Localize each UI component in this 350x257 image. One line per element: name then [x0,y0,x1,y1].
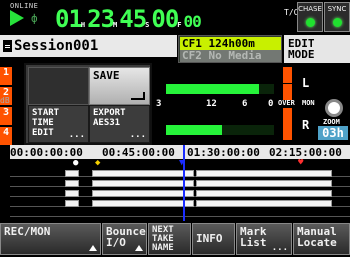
meter-left-level [166,84,259,94]
timecode-display: 01H23M45S00F 00 [55,5,202,39]
online-label: ONLINE [10,2,39,10]
chase-led-icon [306,18,315,27]
marker-white-icon[interactable]: ● [73,159,78,168]
clip-region[interactable] [92,180,194,187]
tc-hours-unit: H [80,21,86,29]
start-time-edit-dots: ... [68,130,85,140]
session-popup-menu: SAVE START TIME EDIT ... EXPORT AES31 ..… [24,63,152,145]
peak-indicator-left [283,67,292,83]
speaker-icon: ф [31,12,38,25]
next-take-name-button[interactable]: NEXT TAKE NAME [148,223,191,255]
save-button[interactable]: SAVE [89,67,150,105]
tc-frames: 00 [151,5,179,33]
marker-red-icon[interactable]: ♥ [298,159,303,168]
ruler-tick: 02:15:00:00 [269,146,342,159]
info-button[interactable]: INFO [192,223,235,255]
popup-arrow-icon [135,245,143,251]
peak-indicator-left-2 [283,84,292,100]
db-label: dB [0,96,10,105]
bounce-io-label: Bounce I/O [106,225,146,249]
mark-list-dots: ... [271,243,288,253]
edit-mode-indicator: EDIT MODE [284,35,350,63]
ruler-tick: 00:00:00:00 [10,146,83,159]
scale-tick: 6 [242,99,248,109]
rec-mon-button[interactable]: REC/MON [0,223,101,255]
export-aes31-button[interactable]: EXPORT AES31 ... [89,105,150,143]
function-key-bar: REC/MON Bounce I/O NEXT TAKE NAME INFO M… [0,223,350,257]
scale-tick: 0 [268,99,274,109]
top-status-bar: ONLINE ф 01H23M45S00F 00 T/C CHASE SYNC [0,0,350,34]
peak-indicator-right-2 [283,124,292,140]
tc-frames-unit: F [177,21,182,29]
marker-strip[interactable]: ● ◆ ▼ ♥ [10,159,350,169]
mode-line2: MODE [288,48,315,61]
tc-seconds: 45 [119,5,147,33]
peak-indicator-right [283,108,292,124]
scale-tick: 3 [156,99,162,109]
tc-seconds-unit: S [145,21,150,29]
zoom-knob-icon[interactable] [325,99,343,117]
right-channel-label: R [302,118,310,132]
track-number-3: 3 [0,107,12,125]
mon-label: MON [302,99,315,107]
clip-region[interactable] [65,180,79,187]
mark-list-label: Mark List [240,225,267,249]
clip-region[interactable] [92,200,194,207]
export-aes31-label: EXPORT AES31 [93,108,126,128]
session-name: Session001 [14,38,99,54]
chase-indicator[interactable]: CHASE [297,2,323,32]
session-file-icon [3,40,12,52]
clip-region[interactable] [65,190,79,197]
tc-minutes-unit: M [113,21,118,29]
clip-region[interactable] [65,170,79,177]
next-take-name-label: NEXT TAKE NAME [152,225,174,253]
tc-subframes: 00 [183,12,202,31]
clip-region[interactable] [92,190,194,197]
track-number-1: 1 [0,67,12,85]
session-bar[interactable]: Session001 [0,35,177,57]
popup-arrow-icon [89,245,97,251]
tc-minutes: 23 [87,5,115,33]
meter-right-level [166,125,222,135]
play-icon [10,10,24,26]
bounce-io-button[interactable]: Bounce I/O [102,223,147,255]
mark-list-button[interactable]: Mark List ... [236,223,292,255]
clip-region[interactable] [65,200,79,207]
save-label: SAVE [93,69,120,82]
start-time-edit-button[interactable]: START TIME EDIT ... [28,105,89,143]
ruler-tick: 01:30:00:00 [187,146,260,159]
sync-label: SYNC [327,5,347,13]
sync-indicator[interactable]: SYNC [324,2,350,32]
tc-hours: 01 [55,5,83,33]
popup-empty-slot [28,67,89,105]
clip-region[interactable] [196,190,332,197]
marker-yellow-icon[interactable]: ◆ [95,159,100,168]
playhead-line[interactable] [183,145,185,221]
time-ruler[interactable]: 00:00:00:00 00:45:00:00 01:30:00:00 02:1… [10,145,350,159]
timeline-lane [10,209,350,217]
over-label: OVER [278,99,295,107]
track-timeline[interactable] [10,169,350,221]
zoom-label: ZOOM [323,118,340,126]
scale-tick: 12 [206,99,217,109]
chase-label: CHASE [298,5,322,13]
zoom-value[interactable]: 03h [318,126,348,140]
enter-arrow-icon [131,92,145,100]
sync-led-icon [333,18,342,27]
clip-region[interactable] [92,170,194,177]
manual-locate-button[interactable]: Manual Locate [293,223,350,255]
ruler-tick: 00:45:00:00 [102,146,175,159]
cf2-status: CF2 No Media [180,50,281,62]
info-label: INFO [196,232,223,245]
media-status: CF1 124h00m CF2 No Media [178,35,282,63]
left-channel-label: L [302,76,310,90]
clip-region[interactable] [196,170,332,177]
track-number-4: 4 [0,127,12,145]
export-aes31-dots: ... [129,130,146,140]
rec-mon-label: REC/MON [4,225,51,238]
clip-region[interactable] [196,180,332,187]
manual-locate-label: Manual Locate [297,225,337,249]
clip-region[interactable] [196,200,332,207]
